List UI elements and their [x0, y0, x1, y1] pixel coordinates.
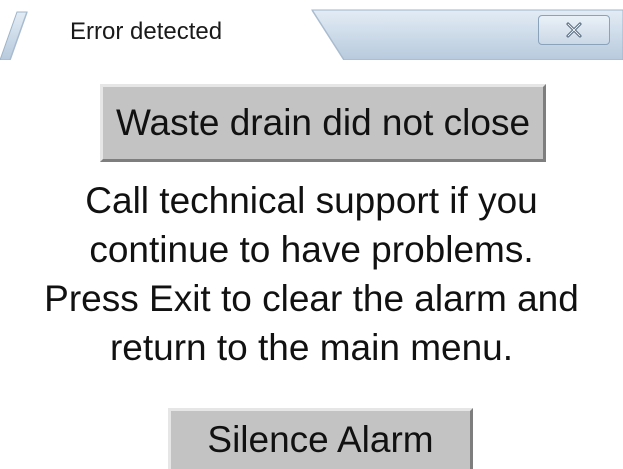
- instruction-line: return to the main menu.: [109, 327, 514, 368]
- close-x-icon: [539, 16, 609, 44]
- silence-alarm-label: Silence Alarm: [207, 419, 434, 460]
- error-message-text: Waste drain did not close: [115, 102, 531, 143]
- window-title: Error detected: [70, 18, 223, 45]
- title-bar: Error detected: [0, 0, 623, 60]
- instructions-text: Call technical support if you continue t…: [0, 176, 623, 372]
- instruction-line: continue to have problems.: [89, 229, 534, 270]
- instruction-line: Call technical support if you: [85, 180, 538, 221]
- close-button[interactable]: [538, 15, 610, 45]
- instruction-line: Press Exit to clear the alarm and: [44, 278, 579, 319]
- error-message-box: Waste drain did not close: [100, 84, 546, 162]
- silence-alarm-button[interactable]: Silence Alarm: [168, 408, 473, 469]
